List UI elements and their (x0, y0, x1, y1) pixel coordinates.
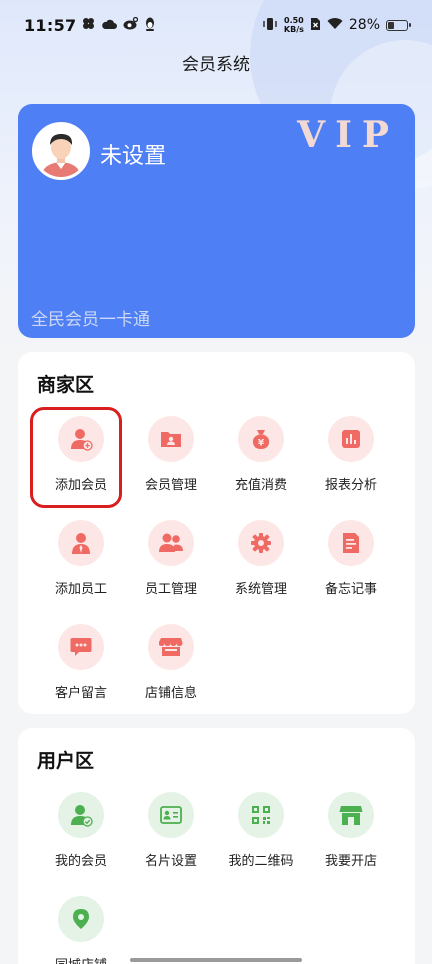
grid-label: 我要开店 (324, 854, 377, 869)
shop-info-icon (148, 624, 194, 670)
merchant-section: 商家区 添加会员 会员管理 ¥ 充值消费 报表分析 添加员工 员工管理 系统管理… (18, 352, 415, 714)
grid-item-add-staff[interactable]: 添加员工 (36, 520, 126, 610)
no-sim-icon (310, 17, 321, 34)
grid-item-member-management[interactable]: 会员管理 (126, 416, 216, 506)
grid-item-local-shops[interactable]: 同城店铺 (36, 896, 126, 964)
business-card-icon (148, 792, 194, 838)
qr-code-icon (238, 792, 284, 838)
grid-item-customer-message[interactable]: 客户留言 (36, 624, 126, 714)
grid-label: 添加员工 (54, 582, 107, 597)
cloud-icon (101, 18, 118, 33)
avatar[interactable] (32, 122, 90, 180)
grid-item-add-member[interactable]: 添加会员 (36, 416, 126, 506)
location-pin-icon (58, 896, 104, 942)
battery-icon (386, 19, 411, 31)
card-tagline: 全民会员一卡通 (31, 310, 150, 330)
network-speed: 0.50 KB/s (284, 16, 304, 34)
my-member-icon (58, 792, 104, 838)
pinwheel-icon (82, 17, 95, 33)
grid-label: 我的二维码 (228, 854, 294, 869)
grid-item-recharge[interactable]: ¥ 充值消费 (216, 416, 306, 506)
grid-item-open-shop[interactable]: 我要开店 (306, 792, 396, 882)
grid-item-qr-code[interactable]: 我的二维码 (216, 792, 306, 882)
member-name: 未设置 (100, 144, 167, 169)
grid-label: 充值消费 (234, 478, 287, 493)
vip-badge: VIP (297, 114, 399, 156)
grid-item-system-management[interactable]: 系统管理 (216, 520, 306, 610)
status-time: 11:57 (24, 15, 77, 35)
weibo-icon (123, 16, 139, 33)
grid-label: 系统管理 (234, 582, 287, 597)
add-staff-icon (58, 520, 104, 566)
status-bar: 11:57 0.50 KB/s 28% (0, 0, 432, 50)
grid-label: 客户留言 (54, 686, 107, 701)
member-management-icon (148, 416, 194, 462)
memo-icon (328, 520, 374, 566)
grid-item-my-member[interactable]: 我的会员 (36, 792, 126, 882)
gear-icon (238, 520, 284, 566)
staff-management-icon (148, 520, 194, 566)
grid-label: 我的会员 (54, 854, 107, 869)
grid-item-business-card[interactable]: 名片设置 (126, 792, 216, 882)
report-icon (328, 416, 374, 462)
grid-label: 店铺信息 (144, 686, 197, 701)
svg-text:¥: ¥ (258, 439, 265, 449)
network-speed-value: 0.50 (284, 16, 304, 25)
section-title: 用户区 (37, 750, 95, 772)
grid-label: 名片设置 (144, 854, 197, 869)
grid-label: 员工管理 (144, 582, 197, 597)
penguin-icon (144, 17, 156, 34)
grid-item-staff-management[interactable]: 员工管理 (126, 520, 216, 610)
network-speed-unit: KB/s (283, 25, 304, 34)
grid-label: 备忘记事 (324, 582, 377, 597)
grid-label: 同城店铺 (36, 954, 126, 964)
home-indicator[interactable] (130, 958, 302, 962)
recharge-icon: ¥ (238, 416, 284, 462)
wifi-icon (327, 17, 343, 33)
grid-label: 会员管理 (144, 478, 197, 493)
message-icon (58, 624, 104, 670)
grid-label: 添加会员 (54, 478, 107, 493)
vip-card[interactable]: 未设置 VIP 全民会员一卡通 (18, 104, 415, 338)
add-member-icon (58, 416, 104, 462)
grid-label: 报表分析 (324, 478, 377, 493)
grid-item-shop-info[interactable]: 店铺信息 (126, 624, 216, 714)
page-title: 会员系统 (182, 55, 250, 75)
section-title: 商家区 (37, 374, 95, 396)
open-shop-icon (328, 792, 374, 838)
vibrate-icon (262, 17, 278, 34)
grid-item-memo[interactable]: 备忘记事 (306, 520, 396, 610)
grid-item-report[interactable]: 报表分析 (306, 416, 396, 506)
battery-percent: 28% (348, 17, 380, 33)
user-section: 用户区 我的会员 名片设置 我的二维码 我要开店 同城店铺 (18, 728, 415, 964)
